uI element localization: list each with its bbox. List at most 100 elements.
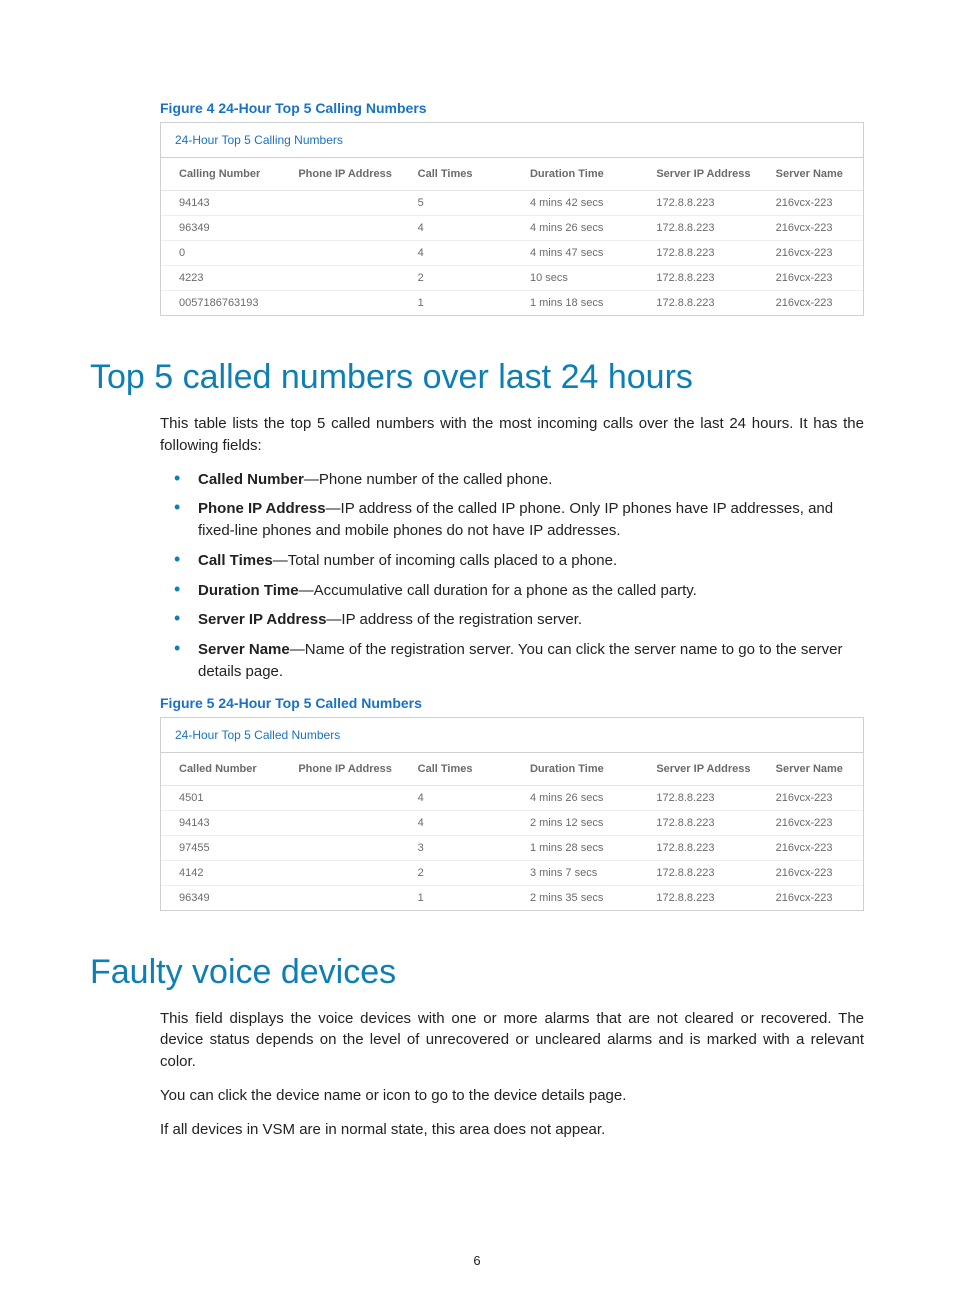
- section2-p3: If all devices in VSM are in normal stat…: [160, 1119, 864, 1141]
- table-head: Calling Number Phone IP Address Call Tim…: [161, 158, 863, 191]
- cell-call-times: 4: [400, 241, 512, 266]
- cell-number[interactable]: 96349: [161, 885, 280, 910]
- figure-5-panel: 24-Hour Top 5 Called Numbers Called Numb…: [160, 717, 864, 911]
- field-list: Called Number—Phone number of the called…: [160, 469, 864, 683]
- cell-call-times: 4: [400, 810, 512, 835]
- th-called-number: Called Number: [161, 753, 280, 786]
- section2-p2: You can click the device name or icon to…: [160, 1085, 864, 1107]
- list-term: Duration Time: [198, 582, 299, 599]
- list-desc: —Total number of incoming calls placed t…: [273, 552, 617, 569]
- cell-phone-ip: [280, 291, 399, 316]
- figure-5-caption: Figure 5 24-Hour Top 5 Called Numbers: [160, 695, 864, 711]
- cell-server-ip: 172.8.8.223: [638, 266, 757, 291]
- table-row: 94143 54 mins 42 secs172.8.8.223216vcx-22…: [161, 191, 863, 216]
- cell-number[interactable]: 94143: [161, 191, 280, 216]
- cell-server-name[interactable]: 216vcx-223: [758, 885, 863, 910]
- list-term: Server IP Address: [198, 611, 326, 628]
- called-numbers-table: Called Number Phone IP Address Call Time…: [161, 753, 863, 910]
- heading-top5-called: Top 5 called numbers over last 24 hours: [90, 358, 864, 397]
- table-row: 97455 31 mins 28 secs172.8.8.223216vcx-22…: [161, 835, 863, 860]
- table-row: 450144 mins 26 secs172.8.8.223216vcx-223: [161, 785, 863, 810]
- list-item: Server Name—Name of the registration ser…: [188, 639, 864, 683]
- th-duration: Duration Time: [512, 753, 638, 786]
- cell-server-name[interactable]: 216vcx-223: [758, 835, 863, 860]
- cell-duration: 4 mins 26 secs: [512, 785, 638, 810]
- cell-server-name[interactable]: 216vcx-223: [758, 291, 863, 316]
- cell-duration: 1 mins 28 secs: [512, 835, 638, 860]
- th-duration: Duration Time: [512, 158, 638, 191]
- cell-server-name[interactable]: 216vcx-223: [758, 860, 863, 885]
- figure-5-panel-title: 24-Hour Top 5 Called Numbers: [161, 718, 863, 753]
- cell-number[interactable]: 4142: [161, 860, 280, 885]
- th-call-times: Call Times: [400, 158, 512, 191]
- cell-duration: 10 secs: [512, 266, 638, 291]
- cell-duration: 3 mins 7 secs: [512, 860, 638, 885]
- cell-duration: 2 mins 12 secs: [512, 810, 638, 835]
- cell-number[interactable]: 0: [161, 241, 280, 266]
- table-row: 94143 42 mins 12 secs172.8.8.223216vcx-22…: [161, 810, 863, 835]
- list-desc: —Phone number of the called phone.: [304, 471, 553, 488]
- cell-call-times: 2: [400, 266, 512, 291]
- cell-call-times: 3: [400, 835, 512, 860]
- list-item: Server IP Address—IP address of the regi…: [188, 609, 864, 631]
- cell-call-times: 5: [400, 191, 512, 216]
- list-term: Phone IP Address: [198, 500, 326, 517]
- list-item: Call Times—Total number of incoming call…: [188, 550, 864, 572]
- cell-number[interactable]: 0057186763193: [161, 291, 280, 316]
- list-desc: —IP address of the registration server.: [326, 611, 582, 628]
- table-row: 414223 mins 7 secs172.8.8.223216vcx-223: [161, 860, 863, 885]
- cell-server-name[interactable]: 216vcx-223: [758, 216, 863, 241]
- cell-number[interactable]: 4223: [161, 266, 280, 291]
- cell-server-ip: 172.8.8.223: [638, 216, 757, 241]
- calling-numbers-table: Calling Number Phone IP Address Call Tim…: [161, 158, 863, 315]
- cell-server-ip: 172.8.8.223: [638, 785, 757, 810]
- cell-phone-ip: [280, 191, 399, 216]
- cell-phone-ip: [280, 810, 399, 835]
- th-phone-ip: Phone IP Address: [280, 753, 399, 786]
- table-row: 4223 210 secs172.8.8.223216vcx-223: [161, 266, 863, 291]
- th-server-name: Server Name: [758, 753, 863, 786]
- cell-server-name[interactable]: 216vcx-223: [758, 266, 863, 291]
- cell-number[interactable]: 94143: [161, 810, 280, 835]
- cell-number[interactable]: 97455: [161, 835, 280, 860]
- figure-4-panel-title: 24-Hour Top 5 Calling Numbers: [161, 123, 863, 158]
- cell-server-name[interactable]: 216vcx-223: [758, 810, 863, 835]
- figure-4-caption: Figure 4 24-Hour Top 5 Calling Numbers: [160, 100, 864, 116]
- section2-p1: This field displays the voice devices wi…: [160, 1008, 864, 1073]
- cell-duration: 2 mins 35 secs: [512, 885, 638, 910]
- cell-duration: 1 mins 18 secs: [512, 291, 638, 316]
- list-desc: —Name of the registration server. You ca…: [198, 641, 843, 680]
- list-item: Called Number—Phone number of the called…: [188, 469, 864, 491]
- cell-phone-ip: [280, 216, 399, 241]
- cell-server-ip: 172.8.8.223: [638, 241, 757, 266]
- cell-number[interactable]: 96349: [161, 216, 280, 241]
- cell-server-ip: 172.8.8.223: [638, 810, 757, 835]
- cell-server-name[interactable]: 216vcx-223: [758, 785, 863, 810]
- cell-call-times: 1: [400, 885, 512, 910]
- cell-call-times: 4: [400, 216, 512, 241]
- th-server-name: Server Name: [758, 158, 863, 191]
- heading-faulty-voice-devices: Faulty voice devices: [90, 953, 864, 992]
- cell-server-ip: 172.8.8.223: [638, 191, 757, 216]
- cell-server-ip: 172.8.8.223: [638, 860, 757, 885]
- list-item: Duration Time—Accumulative call duration…: [188, 580, 864, 602]
- cell-call-times: 1: [400, 291, 512, 316]
- cell-phone-ip: [280, 785, 399, 810]
- cell-duration: 4 mins 42 secs: [512, 191, 638, 216]
- cell-server-ip: 172.8.8.223: [638, 291, 757, 316]
- cell-duration: 4 mins 26 secs: [512, 216, 638, 241]
- cell-server-ip: 172.8.8.223: [638, 835, 757, 860]
- th-call-times: Call Times: [400, 753, 512, 786]
- cell-server-name[interactable]: 216vcx-223: [758, 241, 863, 266]
- cell-duration: 4 mins 47 secs: [512, 241, 638, 266]
- cell-phone-ip: [280, 266, 399, 291]
- cell-phone-ip: [280, 885, 399, 910]
- page-number: 6: [0, 1253, 954, 1268]
- cell-number[interactable]: 4501: [161, 785, 280, 810]
- list-item: Phone IP Address—IP address of the calle…: [188, 498, 864, 542]
- section1-intro: This table lists the top 5 called number…: [160, 413, 864, 457]
- cell-server-name[interactable]: 216vcx-223: [758, 191, 863, 216]
- cell-phone-ip: [280, 860, 399, 885]
- th-server-ip: Server IP Address: [638, 158, 757, 191]
- cell-phone-ip: [280, 835, 399, 860]
